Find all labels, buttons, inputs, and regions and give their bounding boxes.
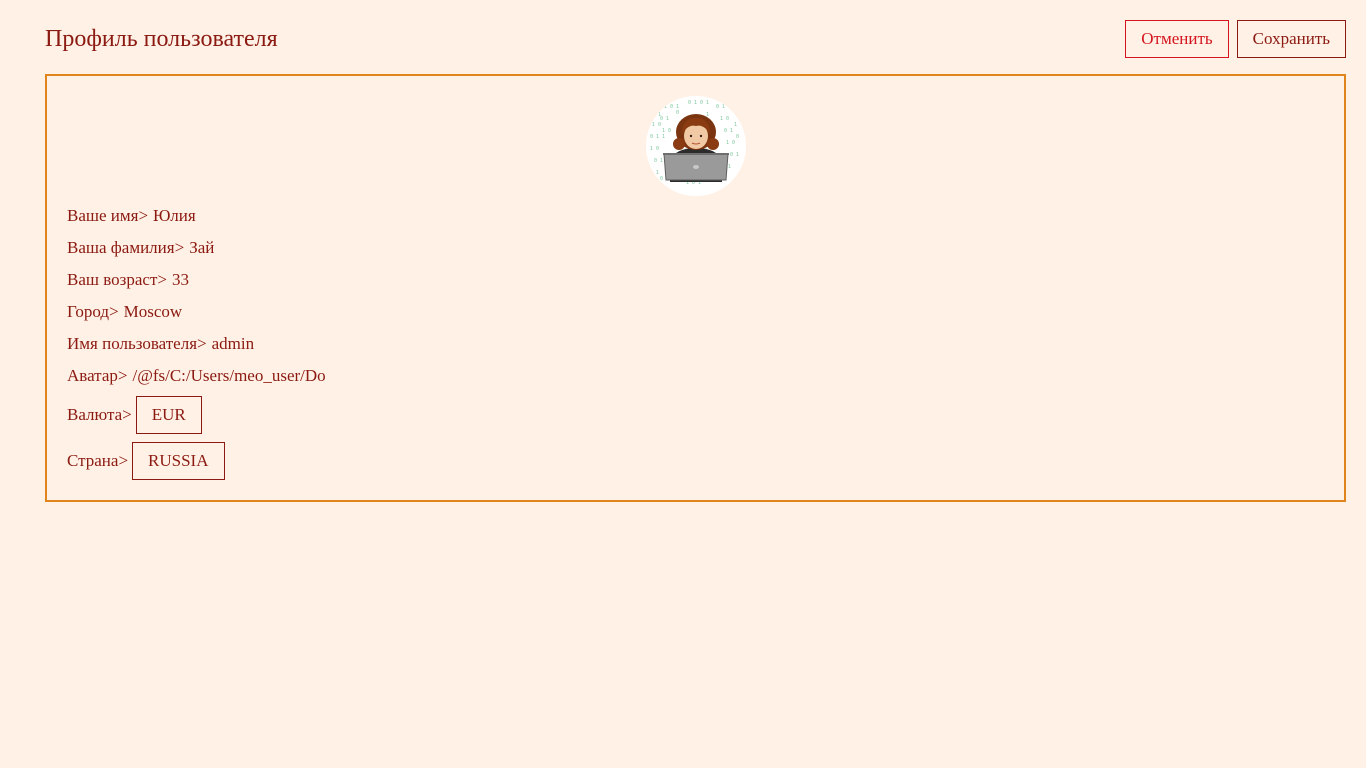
svg-text:1 0: 1 0 [726,140,735,146]
svg-text:0 1: 0 1 [654,158,663,164]
header-actions: Отменить Сохранить [1125,20,1346,58]
first-name-label: Ваше имя> [67,206,149,225]
woman-with-laptop-avatar-icon: 0 11 00 1 1 1 00 11 1 0 10 11 0 0 1 01 0… [646,96,746,196]
avatar: 0 11 00 1 1 1 00 11 1 0 10 11 0 0 1 01 0… [646,96,746,196]
svg-text:1 0: 1 0 [662,128,671,134]
country-select[interactable]: RUSSIA [132,442,225,480]
city-row: Город> Moscow [67,301,182,323]
last-name-label: Ваша фамилия> [67,238,185,257]
avatar-path-value[interactable]: /@fs/C:/Users/meo_user/Documents [132,365,325,387]
page-title: Профиль пользователя [45,26,278,52]
age-value[interactable]: 33 [172,269,189,291]
city-label: Город> [67,302,119,321]
svg-text:1 0: 1 0 [652,122,661,128]
currency-row: Валюта> EUR [67,396,202,434]
username-value[interactable]: admin [212,333,255,355]
city-value[interactable]: Moscow [124,301,183,323]
svg-text:0 1: 0 1 [660,116,669,122]
svg-text:0: 0 [736,134,739,140]
svg-text:0 1 1: 0 1 1 [650,134,665,140]
age-row: Ваш возраст> 33 [67,269,189,291]
svg-text:0 1 0: 0 1 0 [716,104,731,110]
svg-text:0 1: 0 1 [724,128,733,134]
first-name-value[interactable]: Юлия [153,205,196,227]
first-name-row: Ваше имя> Юлия [67,205,196,227]
last-name-row: Ваша фамилия> Зай [67,237,214,259]
currency-label: Валюта> [67,405,132,424]
avatar-row: Аватар> /@fs/C:/Users/meo_user/Documents [67,365,325,387]
country-row: Страна> RUSSIA [67,442,225,480]
cancel-button[interactable]: Отменить [1125,20,1229,58]
svg-text:0: 0 [676,110,679,116]
svg-text:0 1 0 1: 0 1 0 1 [688,100,709,106]
svg-text:1 0: 1 0 [720,116,729,122]
age-label: Ваш возраст> [67,270,167,289]
svg-text:1: 1 [656,170,659,176]
currency-select[interactable]: EUR [135,396,202,434]
profile-card: 0 11 00 1 1 1 00 11 1 0 10 11 0 0 1 01 0… [45,74,1346,502]
svg-text:1: 1 [728,164,731,170]
avatar-label: Аватар> [67,366,128,385]
svg-text:1: 1 [734,122,737,128]
username-label: Имя пользователя> [67,334,207,353]
save-button[interactable]: Сохранить [1236,20,1346,58]
svg-text:0: 0 [660,176,663,182]
country-label: Страна> [67,451,129,470]
svg-text:1 0: 1 0 [650,146,659,152]
svg-text:0 1: 0 1 [730,152,739,158]
last-name-value[interactable]: Зай [189,237,214,259]
username-row: Имя пользователя> admin [67,333,254,355]
